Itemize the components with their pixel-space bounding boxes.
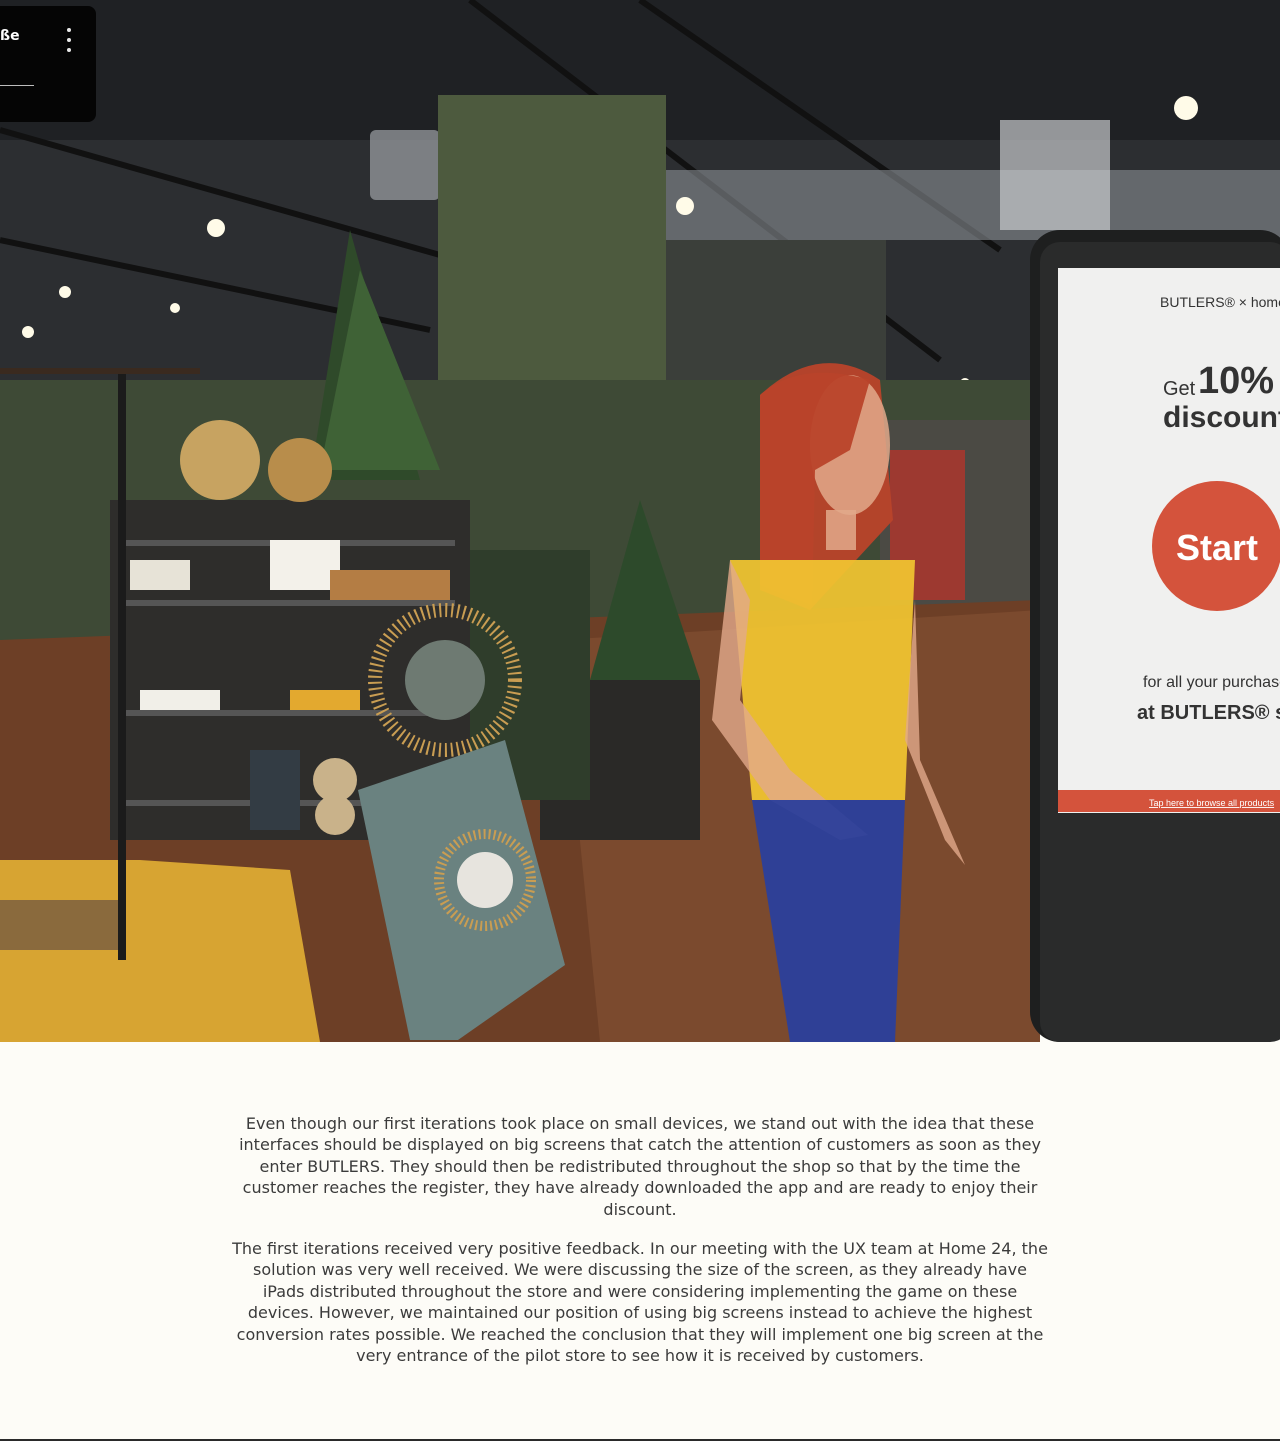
kiosk-brand: BUTLERS® × home24 — [1160, 294, 1280, 310]
more-vertical-icon[interactable] — [62, 28, 76, 52]
lamp-stand — [118, 370, 126, 960]
kiosk-percent: 10% — [1198, 360, 1274, 402]
air-duct — [660, 170, 1280, 240]
paragraph: The first iterations received very posit… — [232, 1239, 1048, 1366]
kiosk-get: Get — [1163, 378, 1196, 400]
menu-dot — [67, 28, 71, 32]
video-progress-line — [0, 85, 34, 86]
menu-dot — [67, 48, 71, 52]
kiosk-discount: discount — [1163, 401, 1280, 434]
kiosk-footer-link[interactable]: Tap here to browse all products — [1149, 798, 1275, 808]
video-overlay: ße — [0, 6, 96, 122]
duct-box — [1000, 120, 1110, 230]
video-title: ße — [0, 28, 20, 44]
kiosk-start-label[interactable]: Start — [1176, 527, 1258, 568]
yellow-table — [0, 860, 320, 1042]
duct-vent — [370, 130, 440, 200]
store-scene: BUTLERS® × home24 Get 10% discount Start… — [0, 0, 1280, 1042]
article-text: Even though our first iterations took pl… — [230, 1113, 1050, 1384]
paragraph: Even though our first iterations took pl… — [239, 1114, 1041, 1219]
hero-image: BUTLERS® × home24 Get 10% discount Start… — [0, 0, 1280, 1042]
kiosk-line2: at BUTLERS® store — [1137, 702, 1280, 724]
kiosk-line1: for all your purchase — [1143, 674, 1280, 691]
menu-dot — [67, 38, 71, 42]
kiosk-device — [1030, 230, 1280, 1042]
